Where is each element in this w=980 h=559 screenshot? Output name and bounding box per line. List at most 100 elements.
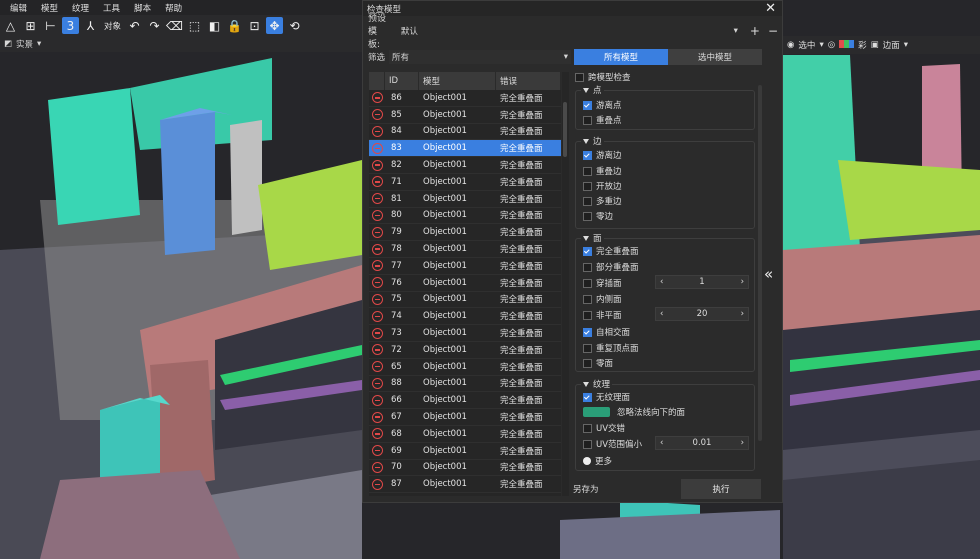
table-row[interactable]: 71 Object001 完全重叠面 bbox=[369, 174, 561, 191]
table-row[interactable]: 73 Object001 完全重叠面 bbox=[369, 325, 561, 342]
lock-icon[interactable]: 🔒 bbox=[226, 17, 243, 34]
opt-multi-edge[interactable]: 多重边 bbox=[583, 195, 622, 207]
checkbox[interactable] bbox=[575, 72, 584, 82]
checkbox[interactable] bbox=[583, 278, 592, 288]
opt-ignore-normal-down[interactable]: 忽略法线向下的面 bbox=[583, 406, 685, 418]
header-model[interactable]: 模型 bbox=[419, 72, 496, 90]
opt-inner-face[interactable]: 内侧面 bbox=[583, 293, 622, 305]
scrollbar-thumb[interactable] bbox=[563, 102, 567, 157]
edge-face-dropdown[interactable]: 边面 bbox=[883, 39, 900, 51]
checkbox[interactable] bbox=[583, 150, 592, 160]
remove-preset-button[interactable]: − bbox=[768, 24, 778, 38]
group-point-title[interactable]: 点 bbox=[581, 84, 604, 96]
table-row[interactable]: 86 Object001 完全重叠面 bbox=[369, 90, 561, 107]
chevron-left-icon[interactable]: ‹ bbox=[660, 438, 663, 448]
checkbox[interactable] bbox=[583, 439, 592, 449]
select-tool-icon[interactable]: ⬚ bbox=[186, 17, 203, 34]
table-row[interactable]: 84 Object001 完全重叠面 bbox=[369, 124, 561, 141]
table-row[interactable]: 83 Object001 完全重叠面 bbox=[369, 140, 561, 158]
save-as-button[interactable]: 另存为 bbox=[573, 479, 603, 499]
table-row[interactable]: 79 Object001 完全重叠面 bbox=[369, 224, 561, 242]
checkbox[interactable] bbox=[583, 310, 592, 320]
checkbox[interactable] bbox=[583, 327, 592, 337]
table-row[interactable]: 78 Object001 完全重叠面 bbox=[369, 241, 561, 258]
checkbox[interactable] bbox=[583, 262, 592, 272]
chevron-left-icon[interactable]: ‹ bbox=[660, 309, 663, 319]
view-mode-dropdown[interactable]: 实景 bbox=[16, 38, 33, 50]
opt-uv-cross[interactable]: UV交错 bbox=[583, 422, 625, 434]
table-row[interactable]: 70 Object001 完全重叠面 bbox=[369, 460, 561, 477]
checkbox[interactable] bbox=[583, 166, 592, 176]
tab-all-models[interactable]: 所有模型 bbox=[574, 49, 668, 65]
table-row[interactable]: 87 Object001 完全重叠面 bbox=[369, 476, 561, 494]
3d-mode-icon[interactable]: 3 bbox=[62, 17, 79, 34]
checkbox[interactable] bbox=[583, 294, 592, 304]
uv-range-stepper[interactable]: ‹ 0.01 › bbox=[655, 436, 749, 450]
menu-tools[interactable]: 工具 bbox=[103, 2, 120, 14]
table-row[interactable]: 82 Object001 完全重叠面 bbox=[369, 157, 561, 174]
redo-icon[interactable]: ↷ bbox=[146, 17, 163, 34]
undo-icon[interactable]: ↶ bbox=[126, 17, 143, 34]
orbit-icon[interactable]: ◉ bbox=[787, 40, 794, 50]
opt-overlap-point[interactable]: 重叠点 bbox=[583, 114, 622, 126]
preset-dropdown[interactable]: 默认 ▾ bbox=[396, 22, 742, 39]
header-id[interactable]: ID bbox=[385, 72, 419, 90]
menu-script[interactable]: 脚本 bbox=[134, 2, 151, 14]
shading-icon[interactable]: ▣ bbox=[871, 40, 879, 50]
eye-icon[interactable]: ◎ bbox=[828, 40, 835, 50]
focus-icon[interactable]: ⊡ bbox=[246, 17, 263, 34]
table-row[interactable]: 80 Object001 完全重叠面 bbox=[369, 208, 561, 225]
opt-uv-range[interactable]: UV范围偏小 bbox=[583, 438, 642, 450]
intersect-stepper[interactable]: ‹ 1 › bbox=[655, 275, 749, 289]
nonplanar-stepper[interactable]: ‹ 20 › bbox=[655, 307, 749, 321]
opt-partial-overlap-face[interactable]: 部分重叠面 bbox=[583, 261, 639, 273]
checkbox[interactable] bbox=[583, 181, 592, 191]
table-row[interactable]: 68 Object001 完全重叠面 bbox=[369, 426, 561, 443]
opt-intersect-face[interactable]: 穿插面 bbox=[583, 277, 622, 289]
group-texture-title[interactable]: 纹理 bbox=[581, 378, 613, 390]
add-preset-button[interactable]: + bbox=[750, 24, 760, 38]
more-options[interactable]: 更多 bbox=[583, 455, 612, 467]
opt-duplicate-vertex-face[interactable]: 重复顶点面 bbox=[583, 342, 639, 354]
hide-icon[interactable]: ◧ bbox=[206, 17, 223, 34]
opt-zero-face[interactable]: 零面 bbox=[583, 357, 613, 369]
group-edge-title[interactable]: 边 bbox=[581, 135, 604, 147]
axis-icon[interactable]: ⅄ bbox=[82, 17, 99, 34]
checkbox[interactable] bbox=[583, 115, 592, 125]
chevron-right-icon[interactable]: › bbox=[741, 277, 744, 287]
opt-no-texture-face[interactable]: 无纹理面 bbox=[583, 391, 630, 403]
table-scrollbar[interactable] bbox=[562, 72, 569, 496]
checkbox[interactable] bbox=[583, 343, 592, 353]
execute-button[interactable]: 执行 bbox=[681, 479, 761, 499]
close-icon[interactable]: ✕ bbox=[765, 1, 776, 16]
opt-free-edge[interactable]: 游离边 bbox=[583, 149, 622, 161]
edge-icon[interactable]: ⊢ bbox=[42, 17, 59, 34]
checkbox[interactable] bbox=[583, 196, 592, 206]
group-face-title[interactable]: 面 bbox=[581, 232, 604, 244]
opt-free-point[interactable]: 游离点 bbox=[583, 99, 622, 111]
table-row[interactable]: 75 Object001 完全重叠面 bbox=[369, 292, 561, 309]
table-row[interactable]: 69 Object001 完全重叠面 bbox=[369, 443, 561, 460]
opt-overlap-edge[interactable]: 重叠边 bbox=[583, 165, 622, 177]
options-scrollbar[interactable] bbox=[758, 85, 762, 441]
rotate-icon[interactable]: ⟲ bbox=[286, 17, 303, 34]
opt-self-intersect-face[interactable]: 自相交面 bbox=[583, 326, 630, 338]
checkbox[interactable] bbox=[583, 423, 592, 433]
chevron-left-icon[interactable]: ‹ bbox=[660, 277, 663, 287]
opt-zero-edge[interactable]: 零边 bbox=[583, 210, 613, 222]
opt-nonplanar[interactable]: 非平面 bbox=[583, 309, 622, 321]
checkbox[interactable] bbox=[583, 358, 592, 368]
grid-icon[interactable]: ⊞ bbox=[22, 17, 39, 34]
dialog-titlebar[interactable]: 检查模型 ✕ bbox=[363, 1, 782, 16]
checkbox[interactable] bbox=[583, 392, 592, 402]
chevron-right-icon[interactable]: › bbox=[741, 438, 744, 448]
table-row[interactable]: 67 Object001 完全重叠面 bbox=[369, 409, 561, 426]
table-row[interactable]: 76 Object001 完全重叠面 bbox=[369, 275, 561, 292]
checkbox[interactable] bbox=[583, 100, 592, 110]
delete-icon[interactable]: ⌫ bbox=[166, 17, 183, 34]
header-error[interactable]: 错误 bbox=[496, 72, 561, 90]
table-row[interactable]: 74 Object001 完全重叠面 bbox=[369, 308, 561, 326]
color-mode-label[interactable]: 彩 bbox=[858, 39, 867, 51]
table-row[interactable]: 81 Object001 完全重叠面 bbox=[369, 191, 561, 208]
cross-model-check[interactable]: 跨模型检查 bbox=[575, 71, 631, 83]
